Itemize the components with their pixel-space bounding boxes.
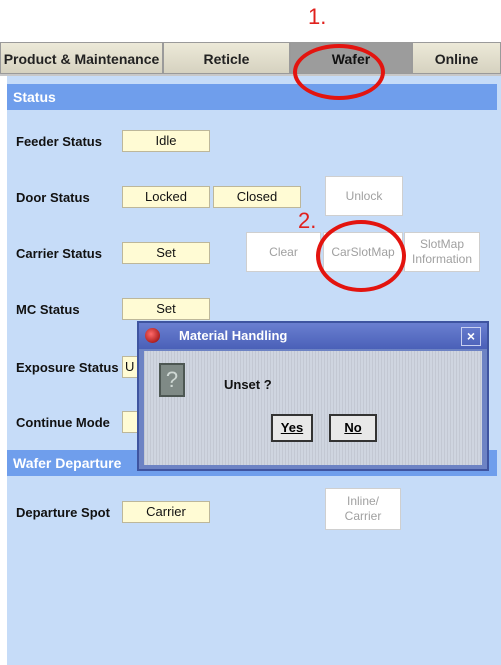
- feeder-status-value: Idle: [122, 130, 210, 152]
- dialog-body: ? Unset ? Yes No: [144, 351, 482, 465]
- tab-bar: Product & Maintenance Reticle Wafer Onli…: [0, 42, 501, 76]
- inline-carrier-line2: Carrier: [344, 509, 382, 523]
- exposure-status-label: Exposure Status: [16, 360, 119, 375]
- annotation-step-1: 1.: [308, 4, 327, 29]
- clear-button[interactable]: Clear: [246, 232, 321, 272]
- yes-button[interactable]: Yes: [271, 414, 313, 442]
- unlock-button[interactable]: Unlock: [325, 176, 403, 216]
- tab-online[interactable]: Online: [412, 42, 501, 74]
- inline-carrier-line1: Inline/: [346, 494, 380, 508]
- mc-status-value: Set: [122, 298, 210, 320]
- departure-spot-label: Departure Spot: [16, 505, 110, 520]
- highlight-circle-wafer-tab: [293, 44, 385, 100]
- no-button[interactable]: No: [329, 414, 377, 442]
- inline-carrier-button[interactable]: Inline/ Carrier: [325, 488, 401, 530]
- carrier-status-value: Set: [122, 242, 210, 264]
- dialog-title: Material Handling: [179, 328, 288, 343]
- door-closed-value: Closed: [213, 186, 301, 208]
- tab-reticle[interactable]: Reticle: [163, 42, 290, 74]
- slotmap-information-button[interactable]: SlotMap Information: [404, 232, 480, 272]
- door-status-label: Door Status: [16, 190, 90, 205]
- highlight-circle-carslotmap: [316, 220, 406, 292]
- dialog-message: Unset ?: [224, 377, 272, 392]
- slotmap-info-line1: SlotMap: [419, 237, 465, 251]
- mc-status-label: MC Status: [16, 302, 80, 317]
- departure-spot-value: Carrier: [122, 501, 210, 523]
- dialog-app-icon: [145, 328, 160, 343]
- dialog-title-bar: Material Handling ×: [139, 323, 487, 349]
- continue-mode-label: Continue Mode: [16, 415, 110, 430]
- dialog-close-icon[interactable]: ×: [461, 327, 481, 346]
- question-icon: ?: [159, 363, 185, 397]
- slotmap-info-line2: Information: [411, 252, 473, 266]
- feeder-status-label: Feeder Status: [16, 134, 102, 149]
- tab-product-maintenance[interactable]: Product & Maintenance: [0, 42, 163, 74]
- carrier-status-label: Carrier Status: [16, 246, 102, 261]
- material-handling-dialog: Material Handling × ? Unset ? Yes No: [137, 321, 489, 471]
- door-lock-value: Locked: [122, 186, 210, 208]
- annotation-step-2: 2.: [298, 208, 317, 233]
- status-section-header: Status: [7, 84, 497, 110]
